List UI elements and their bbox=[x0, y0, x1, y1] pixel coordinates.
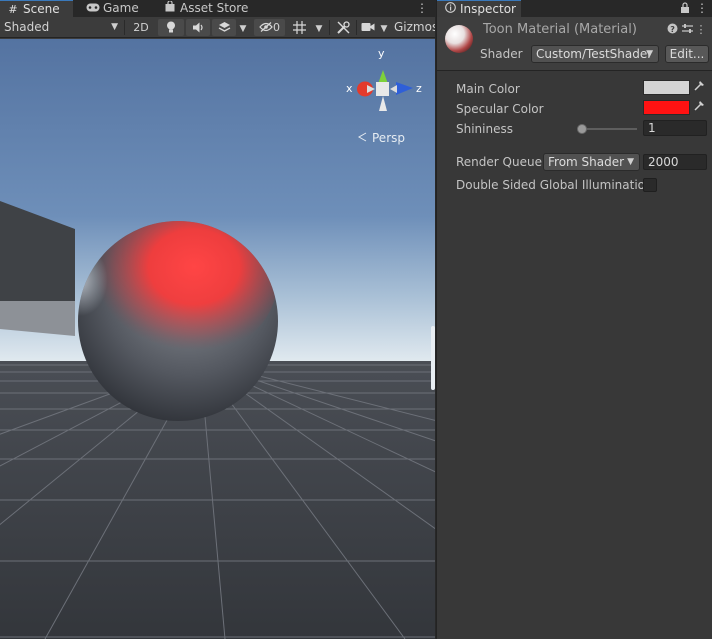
scene-panel: # Scene Game Asset Store ⋮ Shaded ▼ 2D ▼… bbox=[0, 0, 435, 639]
shininess-slider-thumb[interactable] bbox=[577, 124, 587, 134]
chevron-down-icon: ▼ bbox=[627, 157, 634, 167]
video-camera-icon bbox=[361, 23, 375, 31]
scene-visibility-toggle[interactable]: 0 bbox=[254, 19, 285, 36]
wrench-icon bbox=[336, 21, 350, 34]
tools-button[interactable] bbox=[333, 19, 353, 36]
chevron-down-icon: ▼ bbox=[315, 24, 323, 34]
edit-shader-button[interactable]: Edit... bbox=[665, 45, 709, 63]
chevron-down-icon: ▼ bbox=[111, 22, 118, 32]
tab-inspector[interactable]: Inspector bbox=[437, 0, 521, 17]
chevron-down-icon: ▼ bbox=[380, 24, 388, 34]
render-queue-label: Render Queue bbox=[456, 155, 542, 169]
scene-view-canvas[interactable]: x y z Persp bbox=[0, 39, 435, 639]
eyedropper-icon[interactable] bbox=[692, 80, 706, 95]
material-header: Toon Material (Material) ? ⋮ Shader Cust… bbox=[437, 17, 712, 71]
edit-shader-label: Edit... bbox=[669, 47, 705, 61]
axis-y-label: y bbox=[378, 47, 385, 60]
gamepad-icon bbox=[86, 0, 100, 17]
effects-dropdown[interactable]: ▼ bbox=[236, 19, 250, 36]
lighting-toggle-button[interactable] bbox=[158, 19, 184, 36]
render-queue-dropdown[interactable]: From Shader ▼ bbox=[543, 153, 640, 171]
layers-icon bbox=[218, 22, 230, 32]
viewport-resize-handle[interactable] bbox=[431, 326, 435, 390]
scene-more-options-icon[interactable]: ⋮ bbox=[416, 0, 428, 17]
gizmos-label: Gizmos bbox=[394, 20, 435, 34]
axis-x-label: x bbox=[346, 82, 353, 95]
mode-2d-label: 2D bbox=[133, 21, 149, 34]
double-sided-gi-checkbox[interactable] bbox=[643, 178, 657, 192]
eyedropper-icon[interactable] bbox=[692, 100, 706, 115]
material-title: Toon Material (Material) bbox=[483, 22, 637, 37]
tab-inspector-label: Inspector bbox=[460, 2, 516, 16]
gizmos-dropdown[interactable]: Gizmos bbox=[394, 19, 435, 36]
info-icon bbox=[443, 1, 457, 18]
projection-label[interactable]: Persp bbox=[372, 131, 405, 145]
hidden-objects-count: 0 bbox=[273, 21, 280, 34]
grid-dropdown[interactable]: ▼ bbox=[312, 19, 326, 36]
tab-asset-store[interactable]: Asset Store bbox=[157, 0, 257, 17]
tab-game-label: Game bbox=[103, 1, 139, 15]
shader-label: Shader bbox=[480, 47, 523, 61]
hash-icon: # bbox=[8, 3, 18, 16]
axis-z-label: z bbox=[416, 82, 422, 95]
inspector-tab-bar: Inspector ⋮ bbox=[437, 0, 712, 17]
material-preview-icon bbox=[443, 23, 475, 58]
eye-slash-icon bbox=[259, 22, 273, 32]
tab-game[interactable]: Game bbox=[80, 0, 150, 17]
tab-asset-store-label: Asset Store bbox=[180, 1, 249, 15]
shader-dropdown[interactable]: Custom/TestShader ▼ bbox=[531, 45, 659, 63]
specular-color-label: Specular Color bbox=[456, 102, 544, 116]
light-bulb-icon bbox=[167, 21, 175, 33]
specular-color-swatch[interactable] bbox=[643, 100, 690, 115]
scene-tab-bar: # Scene Game Asset Store ⋮ bbox=[0, 0, 435, 17]
draw-mode-dropdown[interactable]: Shaded ▼ bbox=[4, 19, 120, 36]
draw-mode-value: Shaded bbox=[4, 20, 50, 34]
shininess-slider-track[interactable] bbox=[580, 128, 637, 130]
gizmo-center-cube[interactable] bbox=[376, 82, 389, 96]
grid-toggle-button[interactable] bbox=[289, 19, 309, 36]
render-queue-input[interactable]: 2000 bbox=[643, 154, 707, 170]
tab-scene[interactable]: # Scene bbox=[0, 0, 73, 17]
speaker-icon bbox=[192, 22, 203, 33]
main-color-swatch[interactable] bbox=[643, 80, 690, 95]
preset-sliders-icon[interactable] bbox=[681, 23, 693, 37]
shininess-label: Shininess bbox=[456, 122, 513, 136]
double-sided-gi-label: Double Sided Global Illumination bbox=[456, 178, 653, 192]
component-menu-icon[interactable]: ⋮ bbox=[695, 23, 707, 37]
tab-scene-label: Scene bbox=[23, 2, 60, 16]
toolbar-divider bbox=[329, 20, 330, 35]
main-color-label: Main Color bbox=[456, 82, 520, 96]
effects-toggle-button[interactable] bbox=[212, 19, 236, 36]
lock-icon[interactable] bbox=[680, 0, 690, 17]
chevron-down-icon: ▼ bbox=[646, 49, 653, 59]
scene-viewport[interactable]: x y z Persp bbox=[0, 39, 435, 639]
mode-2d-button[interactable]: 2D bbox=[128, 19, 154, 36]
camera-dropdown[interactable]: ▼ bbox=[377, 19, 391, 36]
camera-settings-button[interactable] bbox=[359, 19, 377, 36]
toolbar-divider bbox=[124, 20, 125, 35]
inspector-panel: Inspector ⋮ Toon Material (Material) ? ⋮… bbox=[436, 0, 712, 639]
shopping-bag-icon bbox=[163, 0, 177, 17]
shininess-input[interactable]: 1 bbox=[643, 120, 707, 136]
svg-text:?: ? bbox=[670, 25, 675, 34]
render-queue-mode: From Shader bbox=[548, 155, 625, 169]
inspector-more-options-icon[interactable]: ⋮ bbox=[696, 0, 708, 17]
toolbar-divider bbox=[356, 20, 357, 35]
grid-icon bbox=[292, 21, 306, 34]
chevron-down-icon: ▼ bbox=[239, 24, 247, 34]
shader-value: Custom/TestShader bbox=[536, 47, 653, 61]
help-icon[interactable]: ? bbox=[666, 23, 678, 37]
scene-toolbar: Shaded ▼ 2D ▼ 0 ▼ ▼ Gizmos bbox=[0, 17, 435, 38]
audio-toggle-button[interactable] bbox=[186, 19, 210, 36]
